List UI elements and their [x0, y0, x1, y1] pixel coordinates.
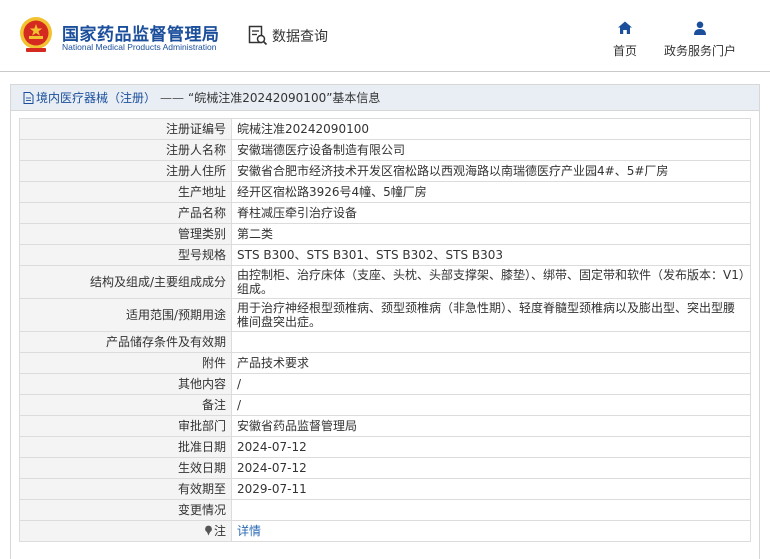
data-query-label: 数据查询	[272, 29, 328, 45]
field-value: 经开区宿松路3926号4幢、5幢厂房	[231, 181, 751, 203]
table-row: 注册人名称 安徽瑞德医疗设备制造有限公司	[19, 139, 751, 161]
field-value: 用于治疗神经根型颈椎病、颈型颈椎病（非急性期）、轻度脊髓型颈椎病以及膨出型、突出…	[231, 298, 751, 332]
panel-title: “皖械注准20242090100”基本信息	[188, 91, 381, 105]
table-row: 变更情况	[19, 499, 751, 521]
table-row: 型号规格 STS B300、STS B301、STS B302、STS B303	[19, 244, 751, 266]
table-row-note: 注详情	[19, 520, 751, 542]
details-link[interactable]: 详情	[237, 524, 261, 538]
field-value: 安徽瑞德医疗设备制造有限公司	[231, 139, 751, 161]
field-label: 产品名称	[19, 202, 232, 224]
table-row: 注册证编号 皖械注准20242090100	[19, 118, 751, 140]
field-value	[231, 331, 751, 353]
table-row: 生产地址 经开区宿松路3926号4幢、5幢厂房	[19, 181, 751, 203]
table-row: 管理类别 第二类	[19, 223, 751, 245]
home-icon	[618, 21, 632, 34]
data-query-icon	[248, 25, 268, 46]
table-row: 生效日期 2024-07-12	[19, 457, 751, 479]
field-label: 注册证编号	[19, 118, 232, 140]
field-value: /	[231, 394, 751, 416]
table-row: 备注 /	[19, 394, 751, 416]
field-value: 安徽省合肥市经济技术开发区宿松路以西观海路以南瑞德医疗产业园4#、5#厂房	[231, 160, 751, 182]
nav-service-portal-label: 政务服务门户	[663, 44, 736, 58]
panel-header: 境内医疗器械（注册） —— “皖械注准20242090100”基本信息	[11, 85, 759, 111]
detail-panel: 境内医疗器械（注册） —— “皖械注准20242090100”基本信息 注册证编…	[10, 84, 760, 559]
note-label-cell: 注	[19, 520, 232, 542]
field-label: 结构及组成/主要组成成分	[19, 265, 232, 299]
table-row: 注册人住所 安徽省合肥市经济技术开发区宿松路以西观海路以南瑞德医疗产业园4#、5#…	[19, 160, 751, 182]
table-row: 审批部门 安徽省药品监督管理局	[19, 415, 751, 437]
data-query-link[interactable]: 数据查询	[248, 25, 328, 47]
pin-icon	[205, 525, 212, 536]
field-value: 产品技术要求	[231, 352, 751, 374]
table-row: 结构及组成/主要组成成分 由控制柜、治疗床体（支座、头枕、头部支撑架、膝垫）、绑带…	[19, 265, 751, 299]
site-title-en[interactable]: National Medical Products Administration	[62, 42, 217, 52]
field-value: 2024-07-12	[231, 457, 751, 479]
field-value: 第二类	[231, 223, 751, 245]
field-value: 2029-07-11	[231, 478, 751, 500]
table-row: 产品储存条件及有效期	[19, 331, 751, 353]
field-label: 生产地址	[19, 181, 232, 203]
field-label: 变更情况	[19, 499, 232, 521]
note-value-cell: 详情	[231, 520, 751, 542]
field-value: 2024-07-12	[231, 436, 751, 458]
field-label: 型号规格	[19, 244, 232, 266]
field-label: 备注	[19, 394, 232, 416]
panel-breadcrumb-category[interactable]: 境内医疗器械（注册）	[36, 89, 156, 106]
field-label: 管理类别	[19, 223, 232, 245]
table-row: 有效期至 2029-07-11	[19, 478, 751, 500]
nav-home[interactable]: 首页	[610, 20, 640, 59]
user-icon	[694, 21, 706, 35]
note-label: 注	[213, 524, 226, 538]
panel-title-separator: ——	[160, 90, 185, 105]
field-value: STS B300、STS B301、STS B302、STS B303	[231, 244, 751, 266]
field-label: 生效日期	[19, 457, 232, 479]
national-emblem-icon	[20, 17, 52, 52]
table-row: 附件 产品技术要求	[19, 352, 751, 374]
field-label: 适用范围/预期用途	[19, 298, 232, 332]
table-row: 适用范围/预期用途 用于治疗神经根型颈椎病、颈型颈椎病（非急性期）、轻度脊髓型颈椎…	[19, 298, 751, 332]
nav-home-label: 首页	[612, 44, 637, 58]
field-label: 批准日期	[19, 436, 232, 458]
site-header: 国家药品监督管理局 National Medical Products Admi…	[0, 0, 770, 70]
field-value: 脊柱减压牵引治疗设备	[231, 202, 751, 224]
field-value: /	[231, 373, 751, 395]
field-value: 由控制柜、治疗床体（支座、头枕、头部支撑架、膝垫）、绑带、固定带和软件（发布版本…	[231, 265, 751, 299]
table-row: 批准日期 2024-07-12	[19, 436, 751, 458]
field-value	[231, 499, 751, 521]
field-value: 皖械注准20242090100	[231, 118, 751, 140]
field-label: 审批部门	[19, 415, 232, 437]
document-icon	[23, 91, 34, 104]
field-label: 附件	[19, 352, 232, 374]
detail-table: 注册证编号 皖械注准20242090100 注册人名称 安徽瑞德医疗设备制造有限公司注…	[19, 118, 751, 542]
nav-service-portal[interactable]: 政务服务门户	[660, 20, 740, 59]
field-label: 其他内容	[19, 373, 232, 395]
field-value: 安徽省药品监督管理局	[231, 415, 751, 437]
field-label: 注册人名称	[19, 139, 232, 161]
field-label: 产品储存条件及有效期	[19, 331, 232, 353]
table-row: 产品名称 脊柱减压牵引治疗设备	[19, 202, 751, 224]
field-label: 有效期至	[19, 478, 232, 500]
table-row: 其他内容 /	[19, 373, 751, 395]
field-label: 注册人住所	[19, 160, 232, 182]
header-divider	[0, 71, 770, 72]
